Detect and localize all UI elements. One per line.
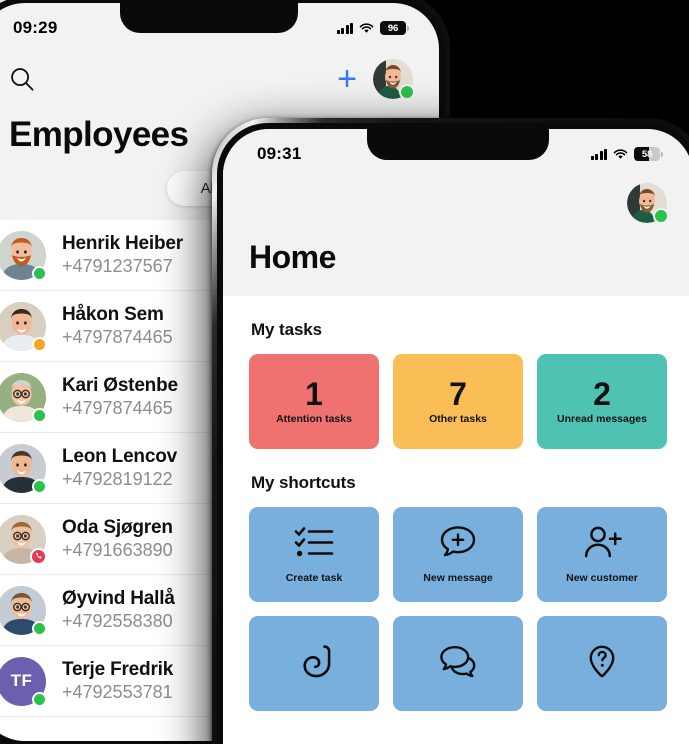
status-bar-indicators: 58 — [590, 147, 663, 161]
task-count: 1 — [305, 376, 323, 412]
employee-phone: +4791663890 — [62, 540, 173, 560]
page-title: Home — [249, 239, 336, 275]
add-employee-button[interactable]: + — [337, 62, 357, 96]
phone-screen-home: 09:31 58 Home My tasks 1 Attention tasks… — [223, 129, 689, 744]
chat-bubbles-icon — [438, 644, 478, 683]
employee-name: Oda Sjøgren — [62, 517, 173, 538]
employee-name: Kari Østenbe — [62, 375, 178, 396]
message-plus-icon — [438, 525, 478, 564]
avatar — [0, 443, 47, 494]
employees-toolbar: + — [0, 49, 439, 101]
avatar — [0, 372, 47, 423]
status-badge — [32, 336, 47, 352]
shortcut-help[interactable] — [537, 616, 667, 711]
task-card-grid: 1 Attention tasks 7 Other tasks 2 Unread m… — [249, 354, 667, 449]
phone-icon — [294, 644, 334, 683]
employee-phone: +4792558380 — [62, 611, 173, 631]
other-tasks-card[interactable]: 7 Other tasks — [393, 354, 523, 449]
avatar: TF — [0, 656, 47, 707]
shortcut-create-task[interactable]: Create task — [249, 507, 379, 602]
employee-info: Terje Fredrik +4792553781 — [62, 659, 173, 703]
mockup-stage: 09:29 96 + Employees All Henrik Heiber +… — [0, 0, 689, 744]
employee-info: Oda Sjøgren +4791663890 — [62, 517, 173, 561]
attention-tasks-card[interactable]: 1 Attention tasks — [249, 354, 379, 449]
task-label: Other tasks — [429, 413, 487, 425]
employee-phone: +4791237567 — [62, 256, 173, 276]
shortcut-label: Create task — [285, 572, 343, 584]
status-badge — [653, 208, 669, 224]
status-badge — [32, 407, 47, 423]
missed-call-icon — [35, 552, 42, 559]
employee-name: Øyvind Hallå — [62, 588, 175, 609]
employee-info: Håkon Sem +4797874465 — [62, 304, 173, 348]
shortcut-new-message[interactable]: New message — [393, 507, 523, 602]
status-bar-time: 09:29 — [13, 18, 58, 37]
employee-info: Øyvind Hallå +4792558380 — [62, 588, 175, 632]
avatar[interactable] — [373, 59, 415, 100]
unread-messages-card[interactable]: 2 Unread messages — [537, 354, 667, 449]
shortcut-call[interactable] — [249, 616, 379, 711]
employee-name: Håkon Sem — [62, 304, 164, 325]
employee-info: Leon Lencov +4792819122 — [62, 446, 177, 490]
employee-phone: +4797874465 — [62, 327, 173, 347]
task-count: 7 — [449, 376, 467, 412]
shortcut-grid-row-1: Create task New message New customer — [249, 507, 667, 602]
section-title-my-shortcuts: My shortcuts — [251, 473, 356, 492]
employee-phone: +4797874465 — [62, 398, 173, 418]
cellular-signal-icon — [336, 22, 353, 34]
cellular-signal-icon — [590, 148, 607, 160]
avatar — [0, 230, 47, 281]
status-badge — [30, 547, 47, 565]
task-label: Unread messages — [557, 413, 647, 425]
status-badge — [32, 265, 47, 281]
battery-percent: 58 — [641, 148, 653, 160]
home-content: My tasks 1 Attention tasks 7 Other tasks 2… — [223, 296, 689, 744]
status-bar: 09:29 96 — [0, 3, 439, 49]
shortcut-grid-row-2 — [249, 616, 667, 711]
shortcut-new-customer[interactable]: New customer — [537, 507, 667, 602]
wifi-icon — [613, 148, 628, 159]
status-bar-time: 09:31 — [257, 144, 302, 163]
employee-name: Terje Fredrik — [62, 659, 174, 680]
employee-name: Henrik Heiber — [62, 233, 183, 254]
employees-toolbar-right: + — [337, 59, 415, 100]
employee-name: Leon Lencov — [62, 446, 177, 467]
task-label: Attention tasks — [276, 413, 352, 425]
user-plus-icon — [582, 525, 622, 564]
battery-icon: 58 — [634, 147, 663, 161]
status-bar-indicators: 96 — [336, 21, 409, 35]
employee-info: Henrik Heiber +4791237567 — [62, 233, 183, 277]
employee-info: Kari Østenbe +4797874465 — [62, 375, 178, 419]
avatar — [0, 514, 47, 565]
employee-phone: +4792819122 — [62, 469, 173, 489]
employee-phone: +4792553781 — [62, 682, 173, 702]
wifi-icon — [359, 22, 374, 33]
task-count: 2 — [593, 376, 611, 412]
checklist-icon — [294, 525, 334, 564]
home-toolbar — [223, 175, 689, 224]
shortcut-chat[interactable] — [393, 616, 523, 711]
battery-percent: 96 — [387, 22, 399, 34]
status-badge — [399, 84, 415, 100]
avatar[interactable] — [627, 183, 669, 224]
shortcut-label: New customer — [566, 572, 638, 584]
status-badge — [32, 691, 47, 707]
shortcut-label: New message — [423, 572, 493, 584]
search-icon[interactable] — [9, 66, 36, 93]
avatar — [0, 301, 47, 352]
home-header: 09:31 58 Home — [223, 129, 689, 296]
status-bar: 09:31 58 — [223, 129, 689, 175]
avatar — [0, 585, 47, 636]
battery-icon: 96 — [380, 21, 409, 35]
help-pin-icon — [582, 644, 622, 683]
section-title-my-tasks: My tasks — [251, 320, 323, 339]
status-badge — [32, 478, 47, 494]
phone-device-home: 09:31 58 Home My tasks 1 Attention tasks… — [212, 118, 689, 744]
status-badge — [32, 620, 47, 636]
